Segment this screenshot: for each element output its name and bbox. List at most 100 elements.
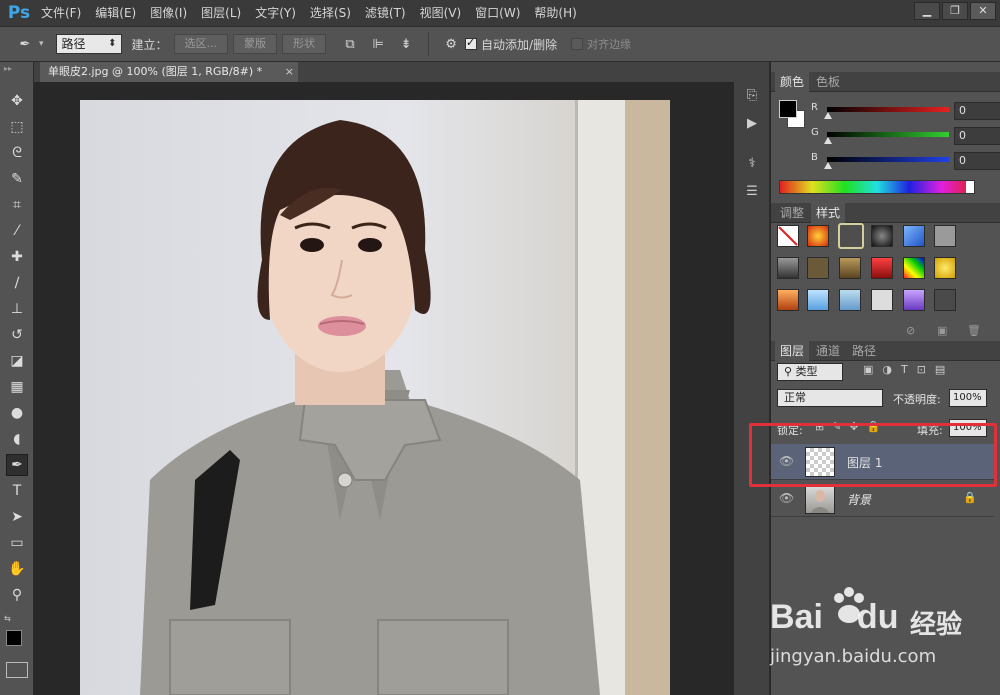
style-swatch-6[interactable]	[934, 225, 956, 247]
healing-brush-tool-icon[interactable]: ✚	[6, 246, 28, 268]
swap-colors-icon[interactable]: ⇆	[4, 614, 18, 628]
blue-value-field[interactable]: 0	[954, 152, 1000, 170]
green-value-field[interactable]: 0	[954, 127, 1000, 145]
actions-play-icon[interactable]: ▶	[741, 112, 763, 134]
style-swatch-3[interactable]	[838, 223, 864, 249]
marquee-tool-icon[interactable]: ⬚	[6, 116, 28, 138]
history-brush-tool-icon[interactable]: ↺	[6, 324, 28, 346]
collapse-tools-icon[interactable]: ▸▸	[4, 64, 12, 73]
tab-swatches[interactable]: 色板	[811, 72, 845, 92]
blue-thumb[interactable]	[824, 162, 832, 169]
delete-style-icon[interactable]: 🗑	[967, 324, 981, 337]
style-swatch-9[interactable]	[839, 257, 861, 279]
close-window-button[interactable]: ✕	[970, 2, 996, 20]
menu-select[interactable]: 选择(S)	[303, 0, 358, 26]
menu-view[interactable]: 视图(V)	[413, 0, 469, 26]
history-icon[interactable]: ⎘	[741, 84, 763, 106]
lasso-tool-icon[interactable]: ᘓ	[6, 142, 28, 164]
style-swatch-7[interactable]	[777, 257, 799, 279]
tab-color[interactable]: 颜色	[775, 72, 810, 92]
style-swatch-17[interactable]	[903, 289, 925, 311]
make-selection-button[interactable]: 选区...	[173, 34, 229, 54]
quick-mask-icon[interactable]	[6, 662, 28, 678]
menu-edit[interactable]: 编辑(E)	[88, 0, 143, 26]
layer-filter-select[interactable]: ⚲ 类型	[777, 363, 843, 381]
style-swatch-16[interactable]	[871, 289, 893, 311]
visibility-eye-icon[interactable]: 👁	[779, 491, 794, 505]
tab-channels[interactable]: 通道	[811, 341, 845, 361]
restore-button[interactable]: ❐	[942, 2, 968, 20]
path-arrangement-icon[interactable]: ⇟	[395, 33, 417, 55]
eraser-tool-icon[interactable]: ◪	[6, 350, 28, 372]
menu-file[interactable]: 文件(F)	[34, 0, 88, 26]
preset-dropdown-arrow-icon[interactable]: ▾	[39, 39, 44, 49]
green-thumb[interactable]	[824, 137, 832, 144]
menu-image[interactable]: 图像(I)	[143, 0, 194, 26]
close-document-icon[interactable]: ×	[285, 62, 294, 82]
hand-tool-icon[interactable]: ✋	[6, 558, 28, 580]
style-swatch-14[interactable]	[807, 289, 829, 311]
red-slider[interactable]: R 0	[811, 102, 1000, 122]
red-value-field[interactable]: 0	[954, 102, 1000, 120]
color-foreground-swatch[interactable]	[779, 100, 797, 118]
brush-presets-icon[interactable]: ⚕	[741, 152, 763, 174]
zoom-tool-icon[interactable]: ⚲	[6, 584, 28, 606]
pen-tool-icon[interactable]: ✒	[6, 454, 28, 476]
green-track[interactable]	[827, 132, 949, 137]
style-swatch-13[interactable]	[777, 289, 799, 311]
style-swatch-10[interactable]	[871, 257, 893, 279]
type-tool-icon[interactable]: T	[6, 480, 28, 502]
move-tool-icon[interactable]: ✥	[6, 90, 28, 112]
blur-tool-icon[interactable]: ●	[6, 402, 28, 424]
blue-slider[interactable]: B 0	[811, 152, 1000, 172]
color-spectrum-ramp[interactable]	[779, 180, 975, 194]
auto-add-delete-checkbox[interactable]	[465, 36, 478, 50]
menu-type[interactable]: 文字(Y)	[248, 0, 303, 26]
menu-layer[interactable]: 图层(L)	[194, 0, 248, 26]
blend-mode-select[interactable]: 正常	[777, 389, 883, 407]
background-layer-name[interactable]: 背景	[847, 491, 871, 508]
gradient-tool-icon[interactable]: ▦	[6, 376, 28, 398]
gear-icon[interactable]: ⚙	[440, 33, 462, 55]
tool-presets-icon[interactable]: ☰	[741, 180, 763, 202]
tab-styles[interactable]: 样式	[811, 203, 846, 223]
quick-selection-tool-icon[interactable]: ✎	[6, 168, 28, 190]
clear-style-icon[interactable]: ⊘	[906, 324, 915, 337]
new-style-icon[interactable]: ▣	[937, 324, 947, 337]
style-swatch-12[interactable]	[934, 257, 956, 279]
menu-filter[interactable]: 滤镜(T)	[358, 0, 413, 26]
menu-help[interactable]: 帮助(H)	[527, 0, 583, 26]
path-operations-icon[interactable]: ⧉	[339, 33, 361, 55]
menu-window[interactable]: 窗口(W)	[468, 0, 527, 26]
make-mask-button[interactable]: 蒙版	[233, 34, 278, 54]
dodge-tool-icon[interactable]: ◖	[6, 428, 28, 450]
style-swatch-4[interactable]	[871, 225, 893, 247]
style-none[interactable]	[777, 225, 799, 247]
path-selection-tool-icon[interactable]: ➤	[6, 506, 28, 528]
brush-tool-icon[interactable]: ∕	[6, 272, 28, 294]
opacity-field[interactable]: 100%	[949, 389, 987, 407]
red-thumb[interactable]	[824, 112, 832, 119]
red-track[interactable]	[827, 107, 949, 112]
tab-layers[interactable]: 图层	[775, 341, 810, 361]
document-photo[interactable]	[80, 100, 670, 695]
style-swatch-5[interactable]	[903, 225, 925, 247]
style-swatch-8[interactable]	[807, 257, 829, 279]
tab-adjustments[interactable]: 调整	[775, 203, 809, 223]
style-swatch-2[interactable]	[807, 225, 829, 247]
foreground-color-swatch[interactable]	[6, 630, 22, 646]
document-tab[interactable]: 单眼皮2.jpg @ 100% (图层 1, RGB/8#) * ×	[40, 62, 298, 82]
clone-stamp-tool-icon[interactable]: ⊥	[6, 298, 28, 320]
style-swatch-18[interactable]	[934, 289, 956, 311]
tab-paths[interactable]: 路径	[847, 341, 881, 361]
crop-tool-icon[interactable]: ⌗	[6, 194, 28, 216]
style-swatch-15[interactable]	[839, 289, 861, 311]
layer-filter-icons[interactable]: ▣◑T⊡▤	[863, 363, 954, 376]
style-swatch-11[interactable]	[903, 257, 925, 279]
pen-tool-preset-icon[interactable]: ✒	[14, 33, 36, 55]
blue-track[interactable]	[827, 157, 949, 162]
minimize-button[interactable]: ▁	[914, 2, 940, 20]
align-edges-checkbox[interactable]	[571, 38, 584, 50]
pen-mode-select[interactable]: 路径	[55, 34, 122, 54]
green-slider[interactable]: G 0	[811, 127, 1000, 147]
